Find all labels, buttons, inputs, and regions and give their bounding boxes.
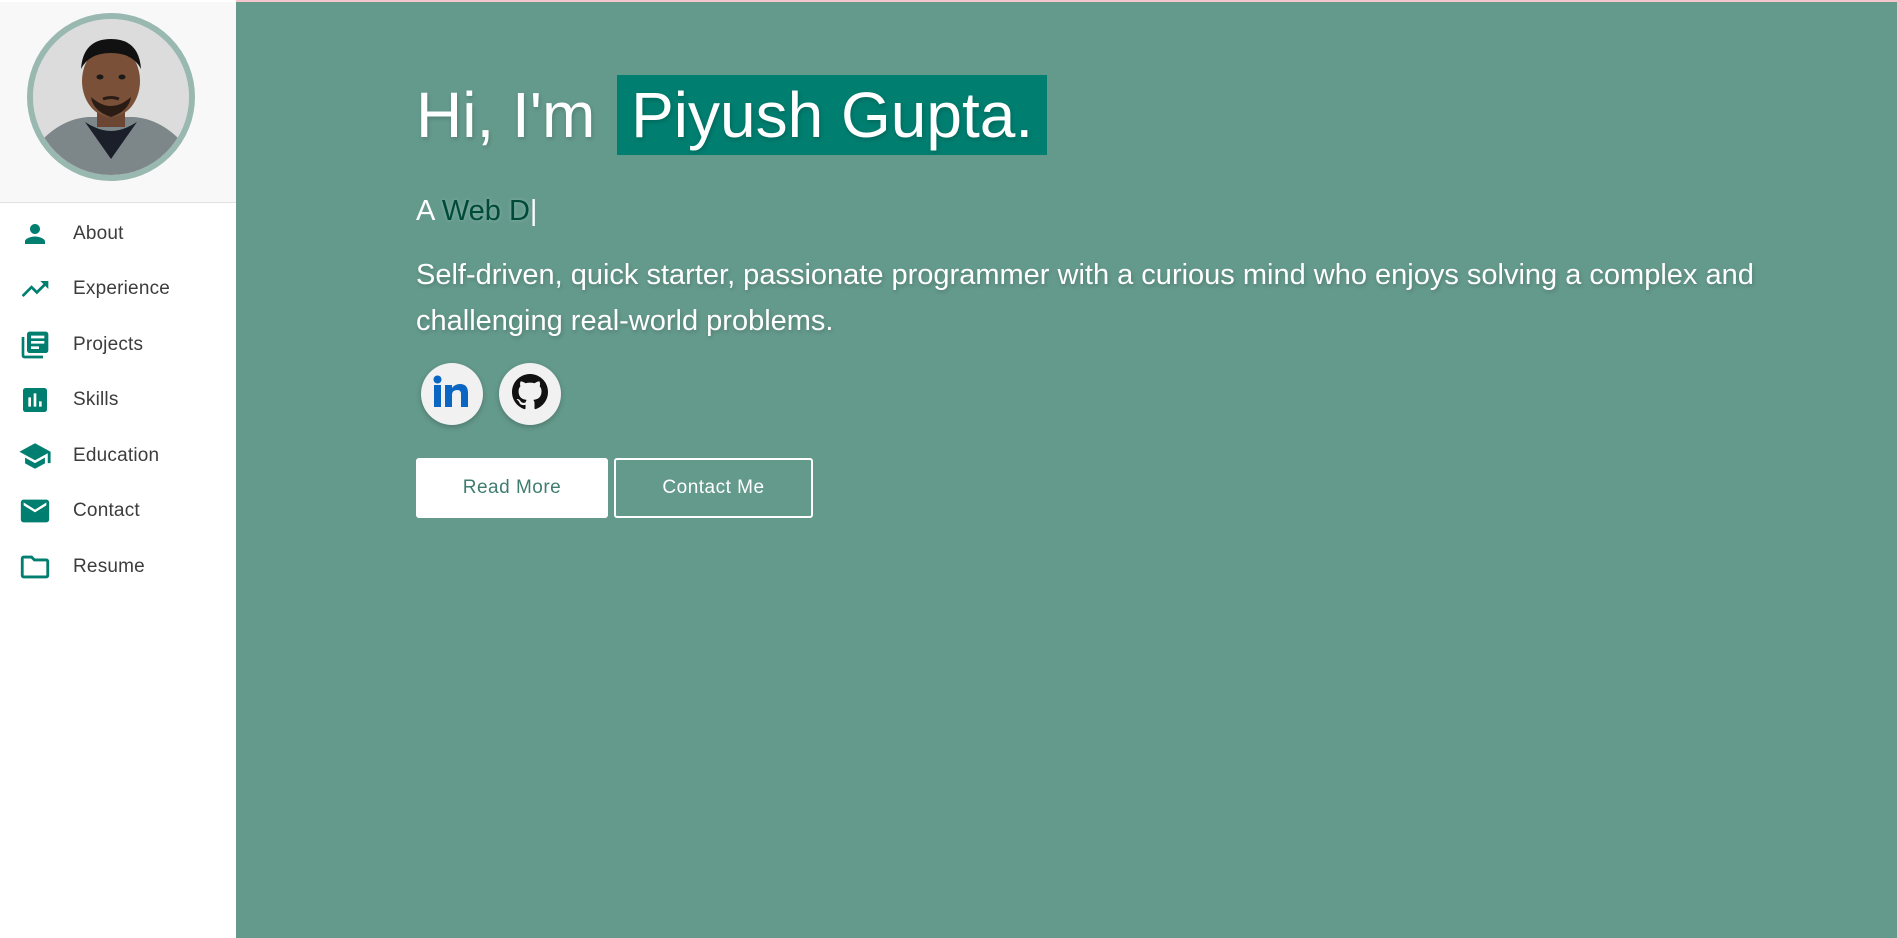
hero-section: Hi, I'm Piyush Gupta. A Web D| Self-driv… xyxy=(236,2,1897,938)
sidebar-item-label: About xyxy=(73,222,124,244)
linkedin-button[interactable] xyxy=(421,363,483,425)
sidebar-item-education[interactable]: Education xyxy=(0,428,236,484)
github-button[interactable] xyxy=(499,363,561,425)
trending-up-icon xyxy=(17,271,53,307)
profile-header xyxy=(0,2,236,203)
greeting-text: Hi, I'm xyxy=(416,79,596,151)
sidebar-item-label: Projects xyxy=(73,333,144,355)
mail-icon xyxy=(17,493,53,529)
folder-icon xyxy=(17,549,53,585)
graduation-cap-icon xyxy=(17,438,53,474)
sidebar: About Experience Projects Skills Educati… xyxy=(0,0,236,938)
read-more-button[interactable]: Read More xyxy=(416,458,608,518)
github-icon xyxy=(512,373,548,415)
sidebar-nav: About Experience Projects Skills Educati… xyxy=(0,206,236,595)
sidebar-item-resume[interactable]: Resume xyxy=(0,539,236,595)
hero-bio: Self-driven, quick starter, passionate p… xyxy=(416,259,1754,337)
sidebar-item-experience[interactable]: Experience xyxy=(0,262,236,318)
sidebar-item-label: Contact xyxy=(73,500,140,522)
hero-name: Piyush Gupta. xyxy=(617,75,1048,155)
typing-prefix: A xyxy=(416,195,434,227)
contact-me-button[interactable]: Contact Me xyxy=(614,458,813,518)
sidebar-item-skills[interactable]: Skills xyxy=(0,373,236,429)
bar-chart-icon xyxy=(17,382,53,418)
typing-text: Web D xyxy=(441,195,530,227)
hero-title: Hi, I'm Piyush Gupta. xyxy=(416,74,1048,156)
social-links xyxy=(421,363,561,425)
library-books-icon xyxy=(17,327,53,363)
sidebar-item-projects[interactable]: Projects xyxy=(0,317,236,373)
linkedin-icon xyxy=(432,375,472,414)
typing-line: A Web D| xyxy=(416,195,537,228)
typing-cursor: | xyxy=(529,195,538,227)
avatar xyxy=(27,13,195,181)
person-icon xyxy=(17,216,53,252)
sidebar-item-label: Resume xyxy=(73,555,145,577)
sidebar-item-label: Skills xyxy=(73,389,119,411)
sidebar-item-label: Experience xyxy=(73,278,171,300)
sidebar-item-label: Education xyxy=(73,444,160,466)
sidebar-item-contact[interactable]: Contact xyxy=(0,484,236,540)
sidebar-item-about[interactable]: About xyxy=(0,206,236,262)
